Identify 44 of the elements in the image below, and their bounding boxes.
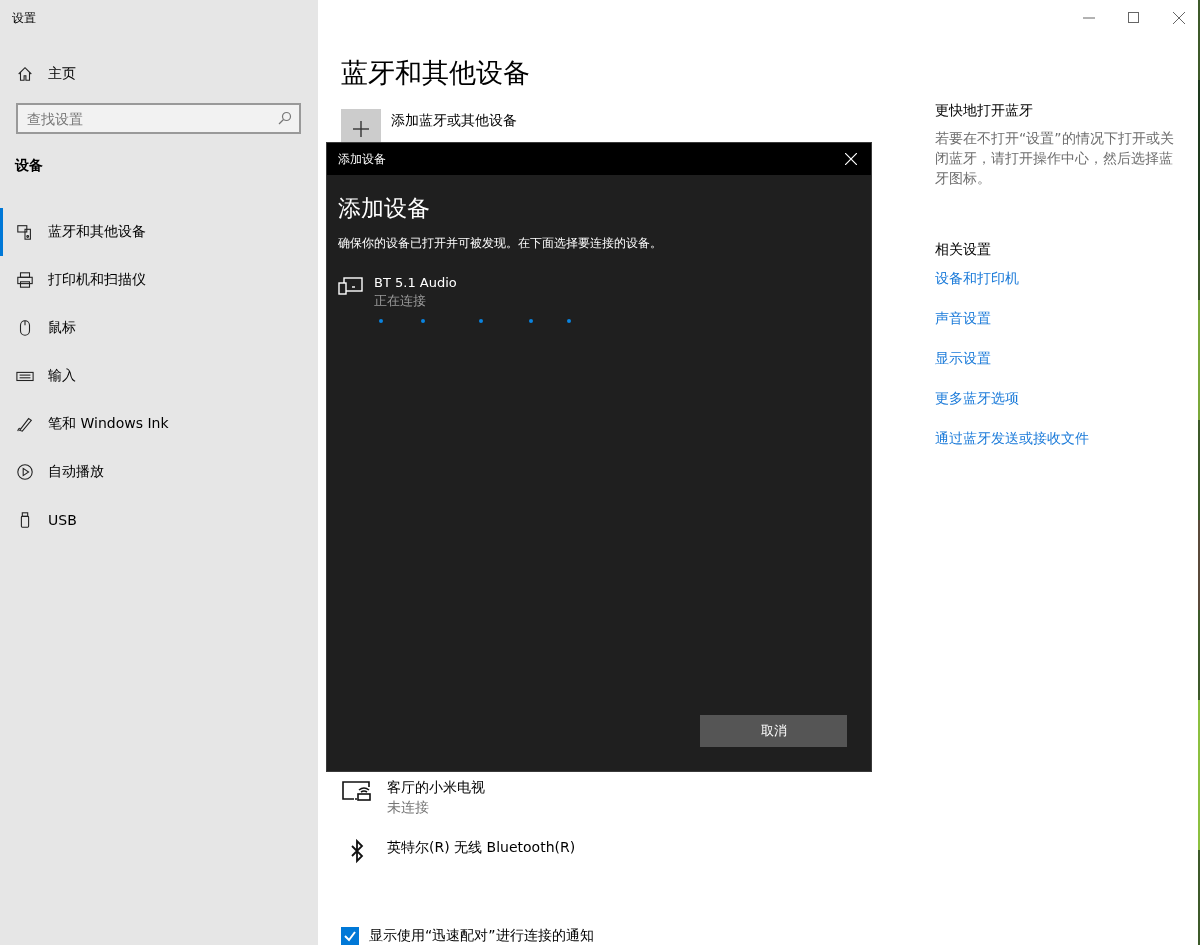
related-heading: 相关设置 [935,241,992,259]
search-field[interactable]: 查找设置 [16,103,301,134]
nav-item[interactable]: 自动播放 [0,448,318,496]
search-icon [278,111,292,125]
cancel-button[interactable]: 取消 [700,715,847,747]
bluetooth-devices-icon [16,223,34,241]
add-device-label[interactable]: 添加蓝牙或其他设备 [391,112,517,130]
section-heading: 设备 [15,157,44,175]
related-link[interactable]: 通过蓝牙发送或接收文件 [935,430,1089,459]
tip-text: 若要在不打开“设置”的情况下打开或关闭蓝牙，请打开操作中心，然后选择蓝牙图标。 [935,129,1175,188]
dialog-title: 添加设备 [338,150,386,168]
device-icon [338,275,364,295]
related-link[interactable]: 声音设置 [935,310,991,339]
dialog-heading: 添加设备 [338,194,431,223]
close-button[interactable] [1172,11,1185,24]
nav-item[interactable]: 鼠标 [0,304,318,352]
home-link[interactable]: 主页 [16,65,318,83]
home-icon [16,65,34,83]
checkbox-label: 显示使用“迅速配对”进行连接的通知 [369,927,594,945]
checkbox[interactable] [341,927,359,945]
close-icon[interactable] [845,153,857,165]
related-link[interactable]: 更多蓝牙选项 [935,390,1019,419]
related-link[interactable]: 设备和打印机 [935,270,1019,299]
nav-item[interactable]: 输入 [0,352,318,400]
pen-icon [16,415,34,433]
nav-item[interactable]: 笔和 Windows Ink [0,400,318,448]
window-title: 设置 [12,10,37,27]
tip-heading: 更快地打开蓝牙 [935,102,1034,120]
device-name[interactable]: 英特尔(R) 无线 Bluetooth(R) [387,839,576,857]
device-status: 未连接 [387,799,430,817]
dialog-instructions: 确保你的设备已打开并可被发现。在下面选择要连接的设备。 [338,235,663,252]
related-link[interactable]: 显示设置 [935,350,991,379]
printer-icon [16,271,34,289]
device-status: 正在连接 [374,292,427,310]
device-name[interactable]: 客厅的小米电视 [387,779,485,797]
cast-display-icon [341,779,373,803]
device-name[interactable]: BT 5.1 Audio [374,275,574,290]
autoplay-icon [16,463,34,481]
plus-icon [352,120,370,138]
page-title: 蓝牙和其他设备 [341,56,531,90]
nav-item[interactable]: USB [0,496,318,544]
maximize-button[interactable] [1128,12,1139,23]
nav-item[interactable]: 打印机和扫描仪 [0,256,318,304]
nav-item[interactable]: 蓝牙和其他设备 [0,208,318,256]
